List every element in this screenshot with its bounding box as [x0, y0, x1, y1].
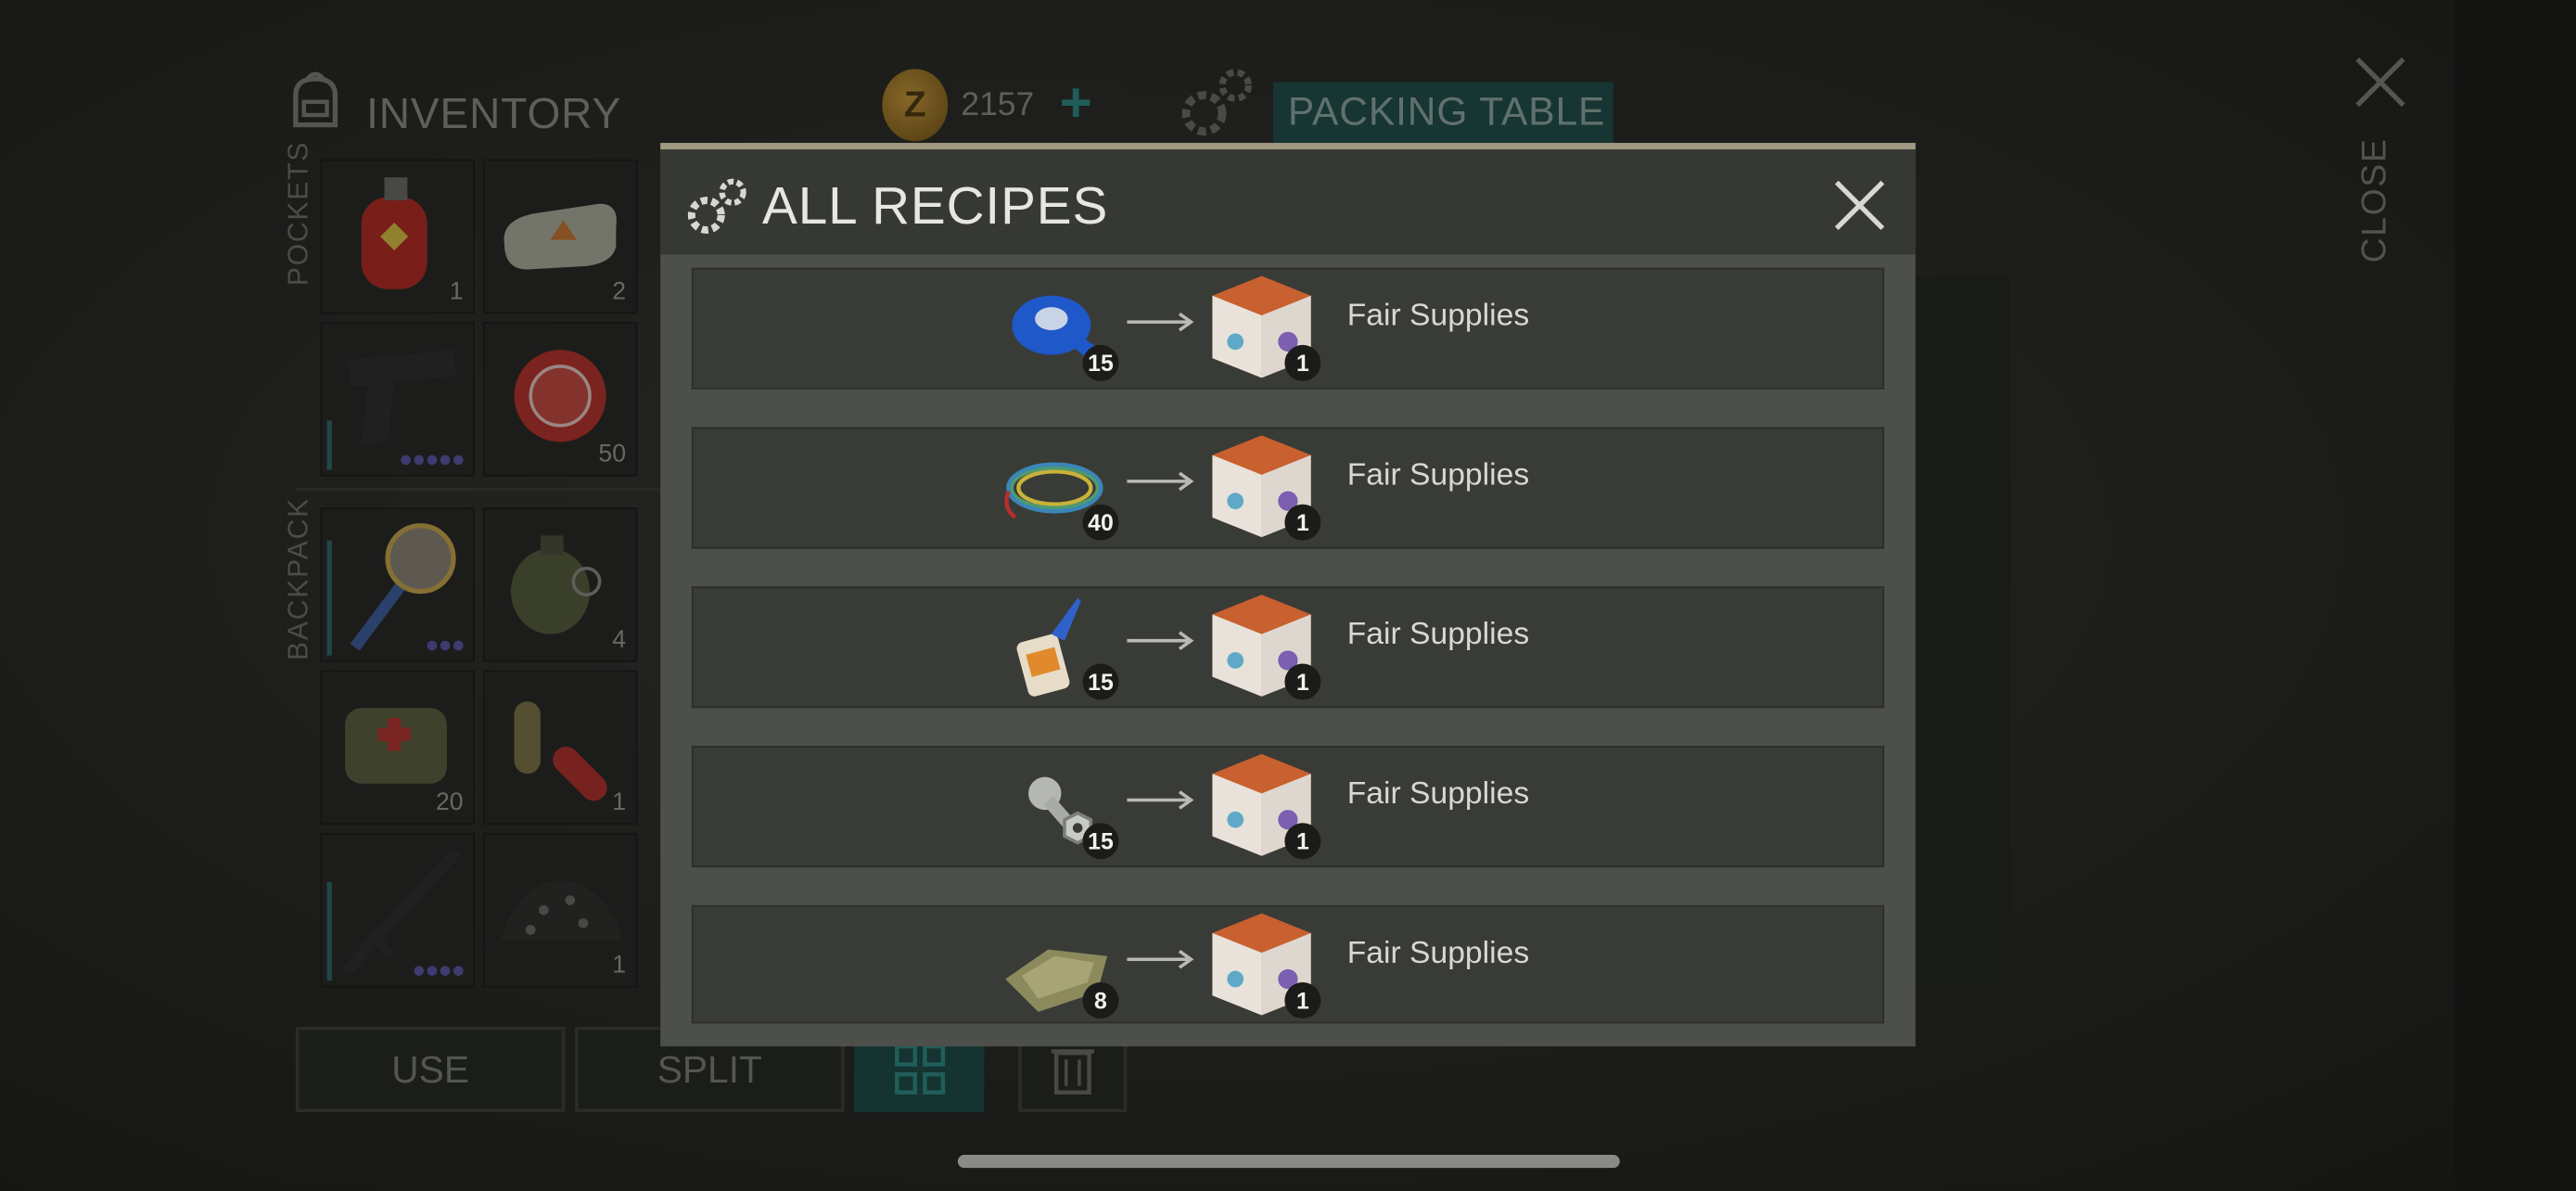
ingredient-count: 40	[1082, 504, 1119, 541]
recipe-row[interactable]: 40 1 Fair Supplies	[691, 427, 1885, 549]
close-icon[interactable]	[1830, 175, 1890, 235]
modal-title: ALL RECIPES	[762, 175, 1109, 236]
recipes-modal: ALL RECIPES 15 1 Fair Supplies 40 1 Fair…	[660, 143, 1916, 1047]
result-count: 1	[1284, 982, 1321, 1019]
ingredient-count: 15	[1082, 344, 1119, 381]
result-count: 1	[1284, 504, 1321, 541]
result-count: 1	[1284, 823, 1321, 860]
recipe-row[interactable]: 15 1 Fair Supplies	[691, 586, 1885, 709]
result-name: Fair Supplies	[1346, 776, 1530, 812]
result-name: Fair Supplies	[1346, 299, 1530, 334]
result-count: 1	[1284, 663, 1321, 700]
arrow-icon	[1127, 471, 1194, 492]
ingredient-count: 15	[1082, 823, 1119, 860]
ingredient-count: 8	[1082, 982, 1119, 1019]
recipe-row[interactable]: 8 1 Fair Supplies	[691, 904, 1885, 1024]
arrow-icon	[1127, 312, 1194, 332]
game-screen: INVENTORY POCKETS BACKPACK 1 2 50 4 20 1…	[0, 0, 2576, 1191]
result-name: Fair Supplies	[1346, 458, 1530, 493]
recipe-row[interactable]: 15 1 Fair Supplies	[691, 267, 1885, 390]
ingredient-count: 15	[1082, 663, 1119, 700]
recipe-row[interactable]: 15 1 Fair Supplies	[691, 746, 1885, 868]
gears-icon	[687, 178, 746, 234]
arrow-icon	[1127, 949, 1194, 969]
arrow-icon	[1127, 790, 1194, 810]
result-name: Fair Supplies	[1346, 617, 1530, 653]
arrow-icon	[1127, 631, 1194, 650]
result-name: Fair Supplies	[1346, 936, 1530, 971]
result-count: 1	[1284, 344, 1321, 381]
home-indicator[interactable]	[957, 1155, 1620, 1169]
